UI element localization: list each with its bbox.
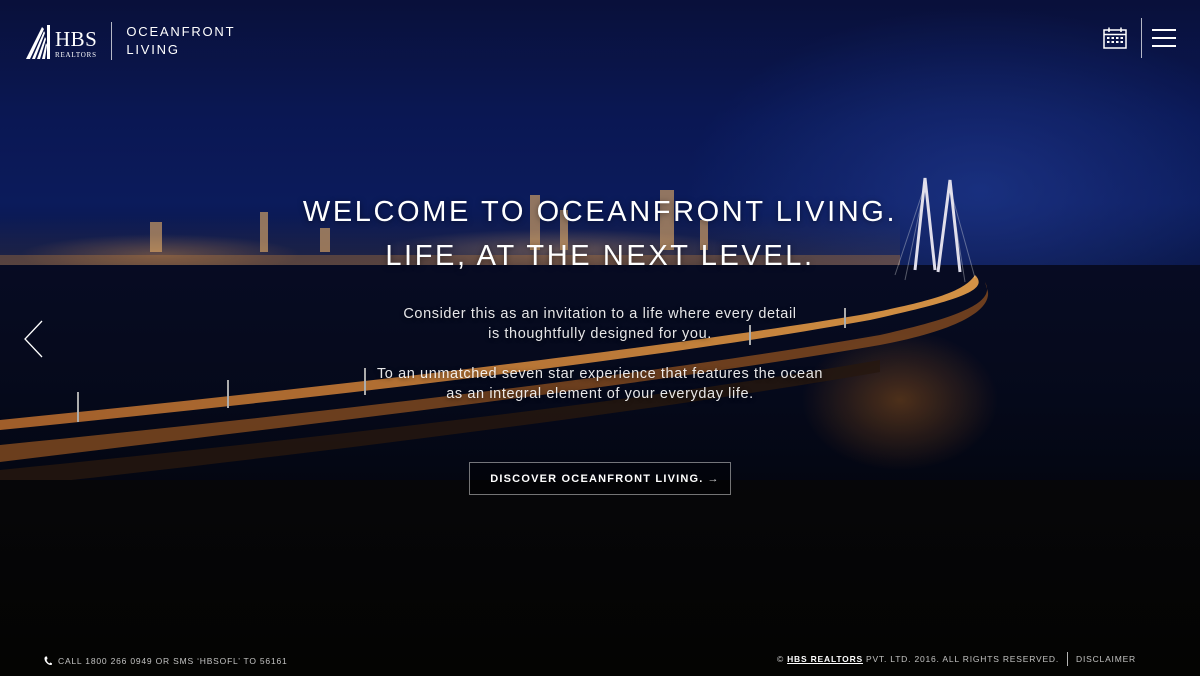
hero-intro-paragraph: Consider this as an invitation to a life…: [0, 304, 1200, 344]
disclaimer-link[interactable]: DISCLAIMER: [1076, 654, 1136, 664]
logo-divider: [111, 22, 113, 60]
arrow-right-icon: →: [707, 472, 720, 485]
calendar-button[interactable]: [1101, 18, 1129, 58]
hero-content: WELCOME TO OCEANFRONT LIVING. LIFE, AT T…: [0, 190, 1200, 495]
footer-divider: [1067, 652, 1069, 666]
hero-detail-paragraph: To an unmatched seven star experience th…: [0, 364, 1200, 404]
hamburger-menu-icon-bar: [1152, 29, 1176, 31]
hamburger-menu-button[interactable]: [1152, 18, 1176, 58]
calendar-icon: [1103, 27, 1127, 49]
copyright-text: PVT. LTD. 2016. ALL RIGHTS RESERVED.: [865, 654, 1060, 664]
logo-subtitle: REALTORS: [55, 51, 97, 59]
copyright-symbol: ©: [777, 654, 785, 664]
cta-label: DISCOVER OCEANFRONT LIVING.: [490, 472, 704, 485]
hamburger-menu-icon-bar: [1152, 45, 1176, 47]
hbs-logo-mark: HBS REALTORS: [26, 23, 97, 59]
tagline-line-2: LIVING: [126, 42, 180, 57]
hero-heading-line-1: WELCOME TO OCEANFRONT LIVING.: [302, 196, 898, 228]
footer-contact: CALL 1800 266 0949 OR SMS ‘HBSOFL’ TO 56…: [44, 656, 288, 666]
detail-line-1: To an unmatched seven star experience th…: [376, 366, 824, 382]
intro-line-1: Consider this as an invitation to a life…: [403, 306, 797, 322]
brand-logo[interactable]: HBS REALTORS OCEANFRONT LIVING: [26, 22, 235, 60]
footer-legal: © HBS REALTORS PVT. LTD. 2016. ALL RIGHT…: [777, 652, 1136, 666]
contact-text: CALL 1800 266 0949 OR SMS ‘HBSOFL’ TO 56…: [58, 656, 288, 666]
tagline-line-1: OCEANFRONT: [126, 24, 236, 39]
brand-tagline: OCEANFRONT LIVING: [126, 23, 235, 59]
intro-line-2: is thoughtfully designed for you.: [488, 326, 712, 342]
detail-line-2: as an integral element of your everyday …: [446, 386, 754, 402]
logo-stripes-icon: [26, 25, 50, 59]
header-divider: [1141, 18, 1142, 58]
hamburger-menu-icon-bar: [1152, 37, 1176, 39]
logo-name: HBS: [55, 27, 98, 51]
header-actions: [1101, 18, 1176, 58]
hero-heading: WELCOME TO OCEANFRONT LIVING. LIFE, AT T…: [0, 190, 1200, 278]
discover-oceanfront-button[interactable]: DISCOVER OCEANFRONT LIVING. →: [469, 462, 731, 495]
hbs-realtors-link[interactable]: HBS REALTORS: [787, 654, 863, 664]
hero-heading-line-2: LIFE, AT THE NEXT LEVEL.: [385, 240, 815, 272]
phone-icon: [44, 656, 52, 666]
